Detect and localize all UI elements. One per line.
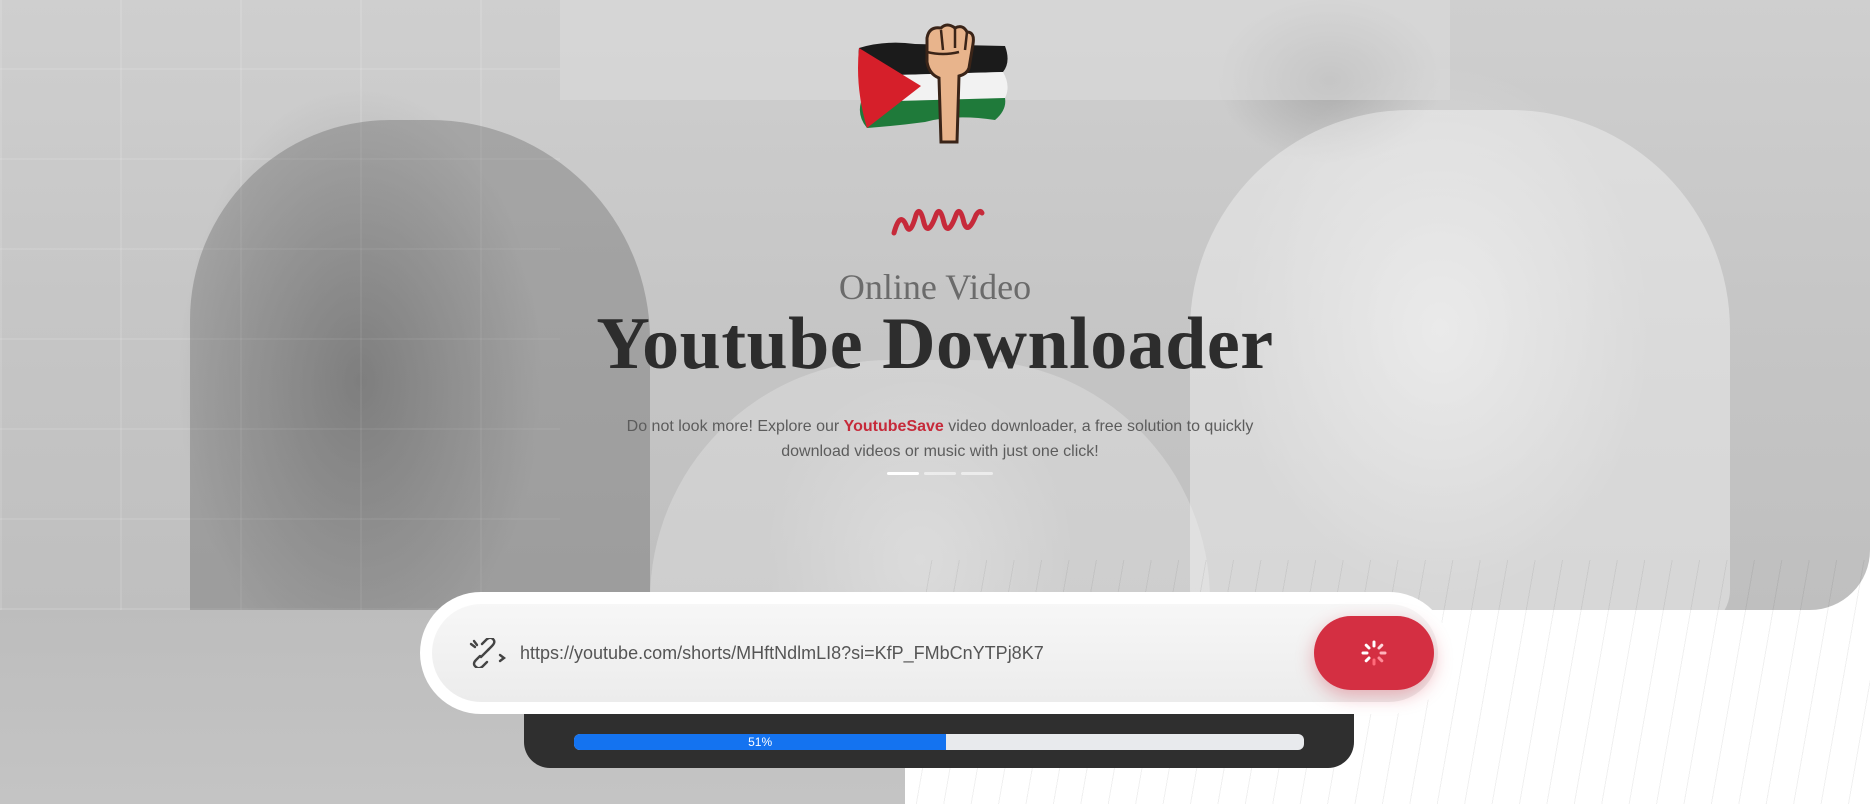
palestine-flag-fist-logo <box>858 23 1008 144</box>
slide-indicator-3[interactable] <box>961 472 993 475</box>
brand-name: YoutubeSave <box>843 418 944 435</box>
progress-bar-fill: 51% <box>574 734 947 750</box>
slide-indicator-2[interactable] <box>924 472 956 475</box>
url-search-field <box>432 604 1438 702</box>
slide-indicators <box>887 472 993 475</box>
link-icon <box>469 638 506 668</box>
download-submit-button[interactable] <box>1314 616 1434 690</box>
url-input[interactable] <box>520 626 1280 680</box>
squiggle-decoration-icon <box>891 208 985 236</box>
hero-description: Do not look more! Explore our YoutubeSav… <box>610 414 1270 464</box>
description-text: Do not look more! Explore our <box>626 418 844 435</box>
slide-indicator-1[interactable] <box>887 472 919 475</box>
progress-bar: 51% <box>574 734 1304 750</box>
url-search-bar <box>420 592 1450 714</box>
loading-spinner-icon <box>1361 640 1387 666</box>
page-title: Youtube Downloader <box>596 303 1274 385</box>
